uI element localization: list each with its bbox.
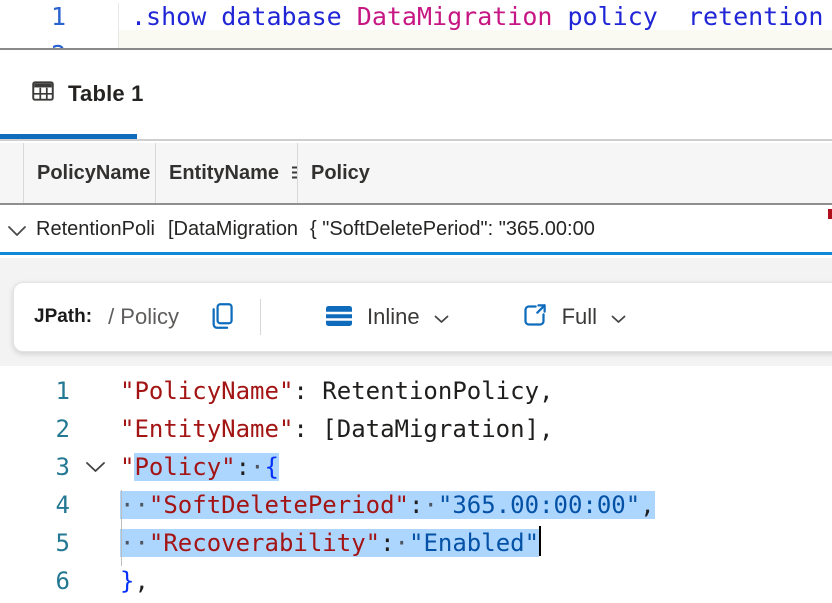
expand-mode-label: Full: [561, 304, 598, 329]
chevron-down-icon: [611, 312, 626, 327]
jpath-toolbar: JPath: / Policy Inline Full: [13, 282, 832, 352]
json-code-text: ··"Recoverability":·"Enabled": [120, 524, 542, 562]
line-number: 6: [55, 567, 70, 595]
line-number: 5: [55, 529, 70, 557]
gutter-space: [70, 410, 120, 448]
tab-table-1[interactable]: Table 1: [30, 78, 144, 109]
cell-policyname[interactable]: RetentionPolicy: [23, 207, 155, 252]
tab-label: Table 1: [68, 80, 144, 106]
line-number: 4: [55, 491, 70, 519]
column-header-policyname[interactable]: PolicyName: [23, 143, 155, 203]
view-mode-label: Inline: [367, 304, 420, 329]
editor-line-number: 1: [50, 2, 66, 31]
detail-pane-background: JPath: / Policy Inline Full: [0, 258, 832, 366]
column-label: PolicyName: [37, 161, 151, 184]
rows-layout-icon: [325, 305, 353, 330]
gutter-space: [70, 562, 120, 600]
json-line[interactable]: 1 "PolicyName": RetentionPolicy,: [0, 372, 832, 410]
view-mode-dropdown[interactable]: Inline: [325, 304, 449, 330]
json-code-text: "PolicyName": RetentionPolicy,: [120, 377, 554, 405]
active-tab-indicator: [0, 134, 137, 139]
copy-icon: [209, 302, 234, 333]
json-code-text: },: [120, 567, 149, 595]
editor-line-number: 2: [0, 41, 66, 49]
json-detail-viewer[interactable]: 1 "PolicyName": RetentionPolicy, 2 "EntityN…: [0, 366, 832, 603]
chevron-down-icon: [434, 312, 449, 327]
toolbar-divider: [260, 299, 261, 335]
json-code-text: ··"SoftDeletePeriod":·"365.00:00:00",: [120, 491, 655, 519]
json-line[interactable]: 3 "Policy":·{: [0, 448, 832, 486]
column-label: EntityName: [169, 161, 280, 184]
line-number: 3: [55, 453, 70, 481]
gutter-space: [70, 524, 120, 562]
column-menu-icon[interactable]: [290, 163, 297, 186]
results-tab-strip: Table 1: [0, 52, 832, 141]
json-line[interactable]: 2 "EntityName": [DataMigration],: [0, 410, 832, 448]
cell-entityname[interactable]: [DataMigration]: [155, 207, 297, 252]
json-code-text: "Policy":·{: [120, 453, 279, 481]
text-cursor: [539, 526, 542, 556]
json-line[interactable]: 6},: [0, 562, 832, 600]
column-header-policy[interactable]: Policy: [297, 143, 832, 203]
table-header-row: PolicyName EntityName Policy: [0, 143, 832, 205]
cell-policy[interactable]: { "SoftDeletePeriod": "365.00:00: [297, 207, 832, 252]
table-row[interactable]: RetentionPolicy [DataMigration] { "SoftD…: [0, 207, 832, 255]
expand-mode-dropdown[interactable]: Full: [521, 302, 626, 332]
line-number: 2: [55, 415, 70, 443]
indent-guide: [121, 490, 122, 566]
query-editor[interactable]: 1 2 .show database DataMigration policy …: [0, 0, 832, 50]
table-grid-icon: [30, 78, 56, 109]
copy-jpath-button[interactable]: [209, 302, 234, 333]
gutter-space: [70, 486, 120, 524]
line-number: 1: [55, 377, 70, 405]
row-edge-marker: [828, 209, 832, 219]
json-line[interactable]: 5 ··"Recoverability":·"Enabled": [0, 524, 832, 562]
gutter-space: [70, 372, 120, 410]
collapse-chevron-icon[interactable]: [70, 448, 120, 486]
query-text[interactable]: .show database DataMigration policy rete…: [118, 3, 832, 48]
json-code-text: "EntityName": [DataMigration],: [120, 415, 554, 443]
fullscreen-icon: [521, 302, 548, 332]
jpath-label: JPath:: [34, 306, 93, 327]
json-line[interactable]: 4 ··"SoftDeletePeriod":·"365.00:00:00",: [0, 486, 832, 524]
column-header-entityname[interactable]: EntityName: [155, 143, 297, 203]
column-label: Policy: [311, 161, 370, 184]
jpath-value: / Policy: [108, 304, 179, 329]
